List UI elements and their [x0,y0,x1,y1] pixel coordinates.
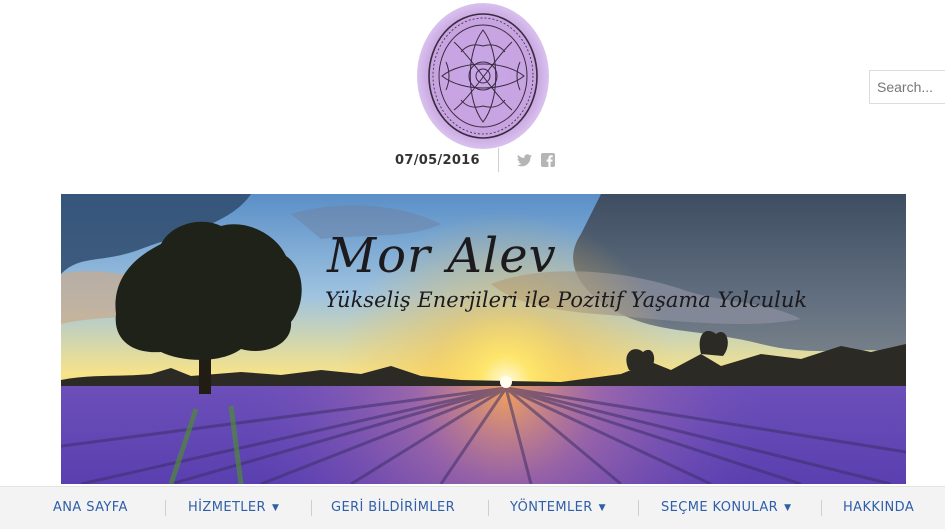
nav-separator [311,500,312,516]
nav-item-secme-konular[interactable]: SEÇME KONULAR ▼ [661,487,791,529]
nav-label: GERİ BİLDİRİMLER [331,500,456,515]
nav-item-geri-bildirimler[interactable]: GERİ BİLDİRİMLER [331,487,455,529]
social-links [516,153,555,167]
nav-item-ana-sayfa[interactable]: ANA SAYFA [53,487,128,529]
nav-label: HİZMETLER [188,500,266,515]
nav-item-yontemler[interactable]: YÖNTEMLER ▼ [510,487,606,529]
nav-label: YÖNTEMLER [510,500,593,515]
nav-item-hizmetler[interactable]: HİZMETLER ▼ [188,487,279,529]
site-logo[interactable] [416,2,550,150]
site-title: Mor Alev [327,228,557,284]
divider [497,148,499,172]
nav-separator [165,500,166,516]
nav-label: SEÇME KONULAR [661,500,779,515]
twitter-icon[interactable] [516,153,532,167]
nav-label: ANA SAYFA [53,500,128,515]
current-date: 07/05/2016 [395,152,480,168]
header-banner: Mor Alev Yükseliş Enerjileri ile Pozitif… [61,194,906,484]
header-meta: 07/05/2016 [395,148,555,172]
chevron-down-icon: ▼ [598,503,606,513]
facebook-icon[interactable] [540,153,555,167]
mandala-logo-icon [417,3,549,149]
search-input[interactable] [869,70,945,104]
nav-separator [821,500,822,516]
nav-item-hakkinda[interactable]: HAKKINDA [843,487,914,529]
site-subtitle: Yükseliş Enerjileri ile Pozitif Yaşama Y… [325,288,808,312]
nav-separator [488,500,489,516]
nav-separator [638,500,639,516]
main-nav: ANA SAYFA HİZMETLER ▼ GERİ BİLDİRİMLER YÖ… [0,486,945,529]
nav-label: HAKKINDA [843,500,915,515]
chevron-down-icon: ▼ [271,503,280,513]
chevron-down-icon: ▼ [784,503,792,513]
